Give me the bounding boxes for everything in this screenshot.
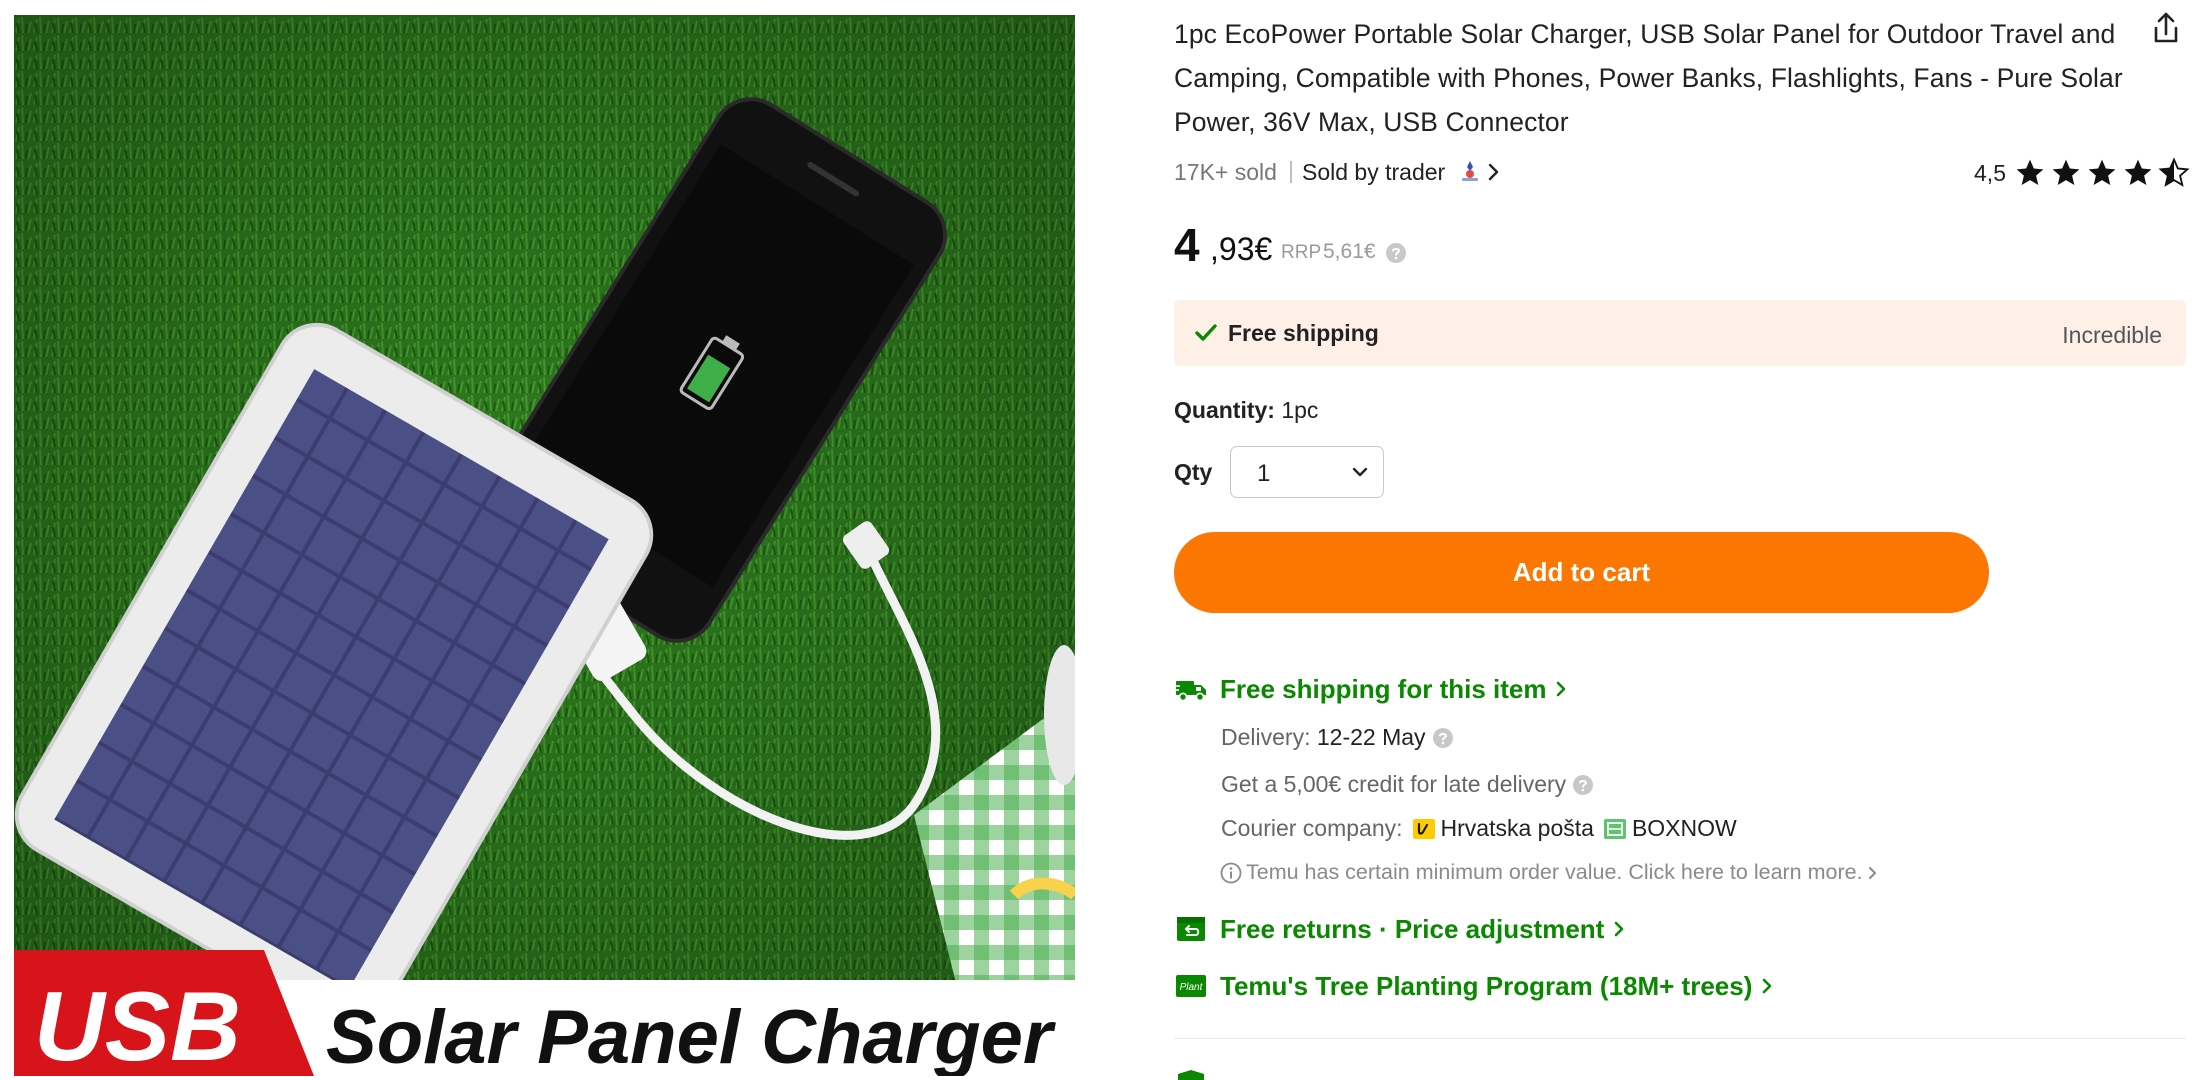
credit-text: Get a 5,00€ credit for late delivery <box>1221 771 1567 797</box>
boxnow-logo-icon <box>1603 818 1626 839</box>
info-icon <box>1220 862 1242 883</box>
price-decimal: ,93€ <box>1210 231 1273 267</box>
help-icon[interactable] <box>1385 242 1407 264</box>
qty-selected-value: 1 <box>1257 460 1271 487</box>
returns-icon <box>1177 917 1205 941</box>
product-rating[interactable]: 4,5 <box>1974 155 2190 191</box>
chevron-right-icon <box>1615 921 1624 937</box>
chevron-right-icon <box>1868 866 1876 879</box>
price-integer: 4 <box>1174 219 1200 271</box>
courier-hrvatska-posta: Hrvatska pošta <box>1440 815 1594 841</box>
qty-dropdown[interactable]: 1 <box>1230 446 1384 498</box>
help-icon[interactable] <box>1432 727 1454 749</box>
rrp-label: RRP <box>1281 242 1322 263</box>
sold-count: 17K+ sold <box>1174 159 1277 185</box>
free-shipping-tag: Incredible <box>2062 322 2162 348</box>
image-banner-usb: USB <box>34 971 241 1076</box>
product-photo: USB Solar Panel Charger <box>14 15 1075 1076</box>
share-icon <box>2154 12 2178 43</box>
minimum-order-notice[interactable]: Temu has certain minimum order value. Cl… <box>1220 860 1879 885</box>
meta-separator: | <box>1288 157 1294 183</box>
product-title: 1pc EcoPower Portable Solar Charger, USB… <box>1174 19 2123 137</box>
notice-text: Temu has certain minimum order value. Cl… <box>1246 860 1863 884</box>
free-shipping-label: Free shipping <box>1228 320 1379 346</box>
quantity-summary: Quantity: 1pc <box>1174 397 1318 424</box>
returns-link[interactable]: Free returns · Price adjustment <box>1174 909 1626 949</box>
qty-label: Qty <box>1174 459 1213 485</box>
quantity-value: 1pc <box>1281 397 1319 423</box>
late-delivery-credit: Get a 5,00€ credit for late delivery <box>1221 771 1594 798</box>
seller-link[interactable]: Sold by trader <box>1302 159 1445 186</box>
product-image[interactable]: USB Solar Panel Charger <box>14 15 1075 1076</box>
chevron-down-icon <box>1352 467 1368 477</box>
chevron-right-icon <box>1763 978 1772 994</box>
star-icon <box>2016 159 2044 185</box>
courier-label: Courier company: <box>1221 815 1403 841</box>
next-section-peek <box>1174 1068 1220 1080</box>
chevron-right-icon <box>1557 681 1566 697</box>
returns-label: Free returns · Price adjustment <box>1220 913 1605 944</box>
half-star-icon <box>2158 157 2190 187</box>
rrp-value: 5,61€ <box>1323 240 1376 263</box>
courier-line: Courier company: Hrvatska pošta BOXNOW <box>1221 815 1737 842</box>
shipping-info-link[interactable]: Free shipping for this item <box>1174 669 1568 709</box>
shipping-title: Free shipping for this item <box>1220 673 1547 704</box>
section-divider <box>1174 1038 2186 1039</box>
quantity-label: Quantity: <box>1174 397 1275 423</box>
hrvatska-posta-logo-icon <box>1412 818 1435 839</box>
plant-icon-text: Plant <box>1180 982 1204 993</box>
add-to-cart-button[interactable]: Add to cart <box>1174 532 1989 613</box>
check-icon <box>1195 324 1217 341</box>
truck-icon <box>1174 681 1206 702</box>
product-info: 1pc EcoPower Portable Solar Charger, USB… <box>1174 0 2190 1080</box>
share-button[interactable] <box>2146 8 2186 48</box>
rating-value: 4,5 <box>1974 159 2006 186</box>
delivery-line: Delivery: 12-22 May <box>1221 724 1454 751</box>
star-icon <box>2088 159 2116 185</box>
shield-icon <box>1178 1070 1204 1080</box>
delivery-value: 12-22 May <box>1316 724 1426 750</box>
star-icon <box>2052 159 2080 185</box>
help-icon[interactable] <box>1572 774 1594 796</box>
free-shipping-banner: Free shipping Incredible <box>1174 300 2186 366</box>
image-banner-text: Solar Panel Charger <box>326 995 1057 1076</box>
tree-planting-link[interactable]: Plant Temu's Tree Planting Program (18M+… <box>1174 966 1774 1006</box>
delivery-label: Delivery: <box>1221 724 1311 750</box>
seller-badge-icon <box>1462 161 1478 181</box>
chevron-right-icon[interactable] <box>1486 161 1502 183</box>
tree-planting-label: Temu's Tree Planting Program (18M+ trees… <box>1220 970 1753 1001</box>
star-icon <box>2124 159 2152 185</box>
courier-boxnow: BOXNOW <box>1631 815 1737 841</box>
plant-icon: Plant <box>1176 975 1206 997</box>
